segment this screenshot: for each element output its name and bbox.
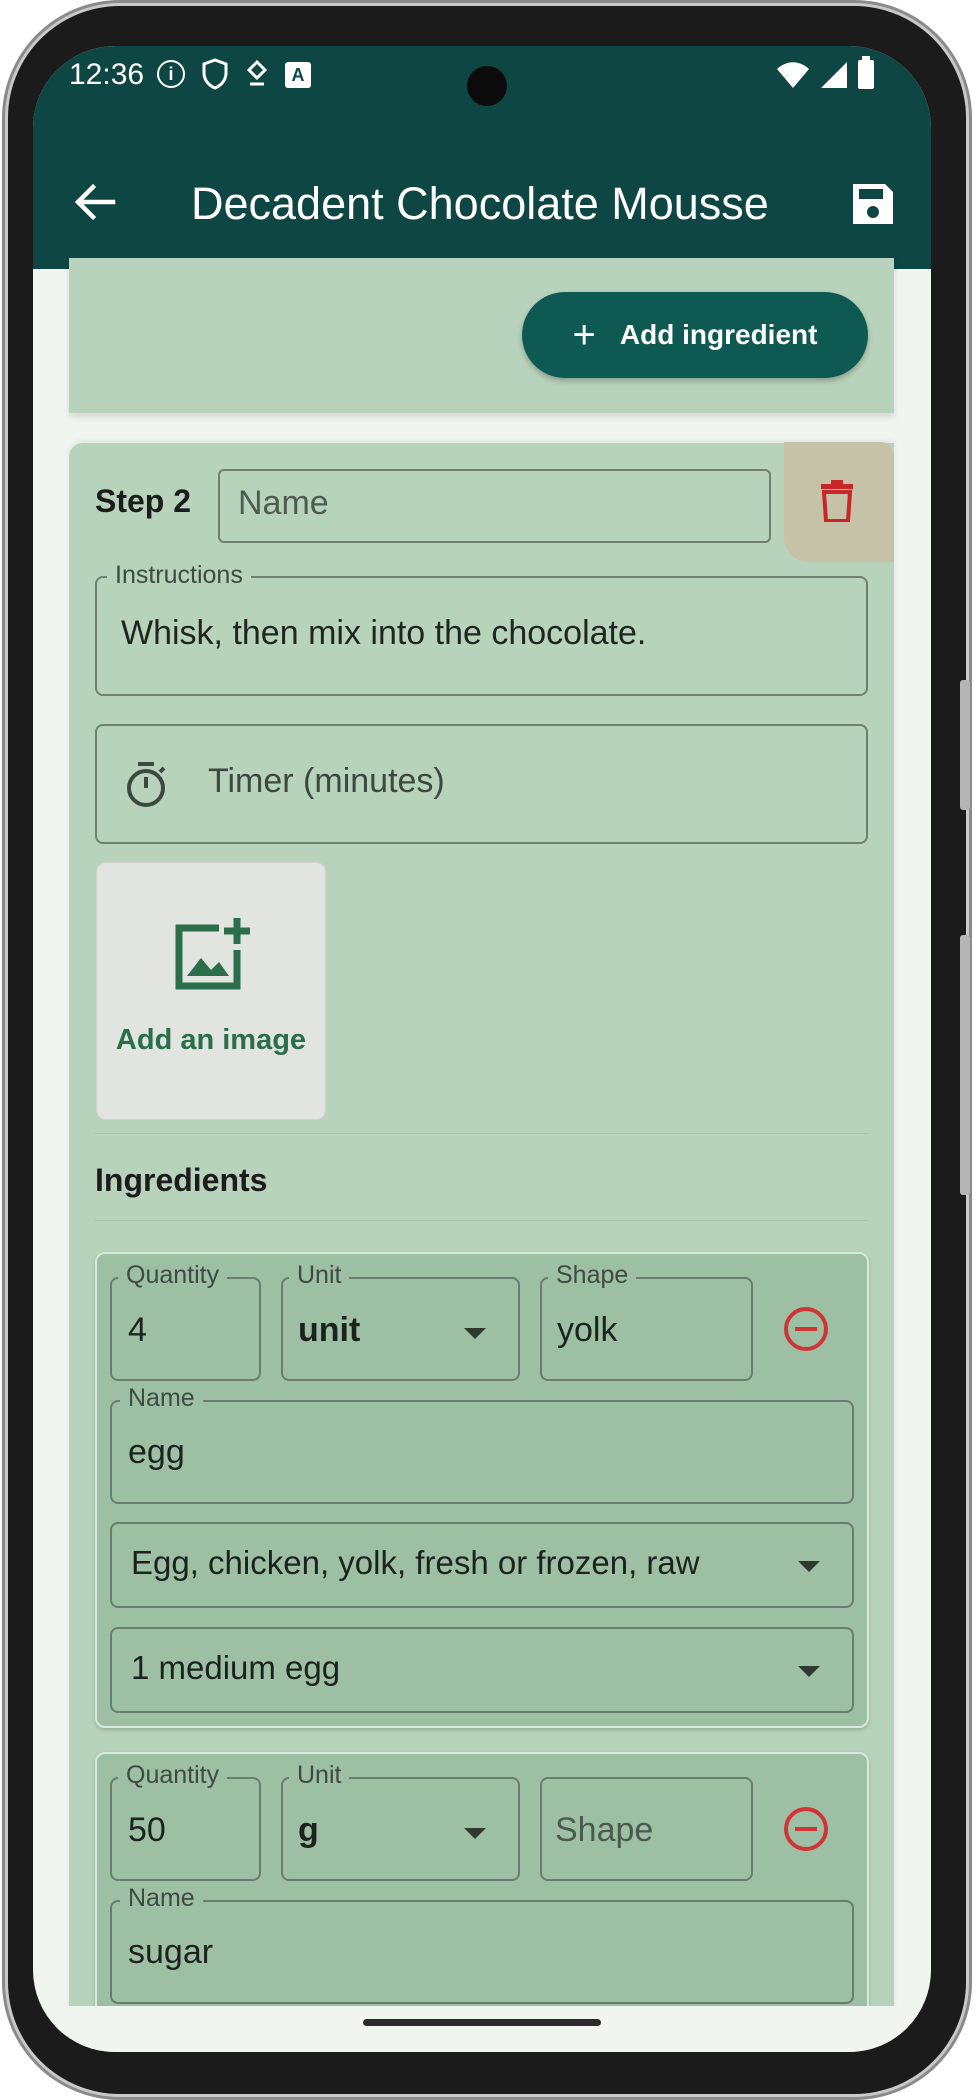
wifi-icon — [777, 62, 809, 88]
unit-label: Unit — [289, 1261, 350, 1290]
unit-label: Unit — [289, 1761, 350, 1790]
save-icon[interactable] — [851, 182, 895, 226]
step-name-placeholder: Name — [238, 484, 329, 522]
arrow-back-icon[interactable] — [69, 176, 121, 228]
portion-value: 1 medium egg — [131, 1649, 341, 1686]
food-match-value: Egg, chicken, yolk, fresh or frozen, raw — [131, 1544, 700, 1581]
status-bar: 12:36 i A — [33, 46, 931, 126]
step-label: Step 2 — [95, 483, 192, 519]
signal-icon — [821, 62, 847, 88]
ingredient-name-input[interactable] — [110, 1900, 854, 2004]
shape-placeholder: Shape — [555, 1811, 654, 1849]
front-camera — [467, 66, 507, 106]
unit-value: unit — [298, 1311, 361, 1349]
info-icon: i — [157, 60, 185, 88]
divider — [95, 1133, 868, 1134]
ingredient-name-value: egg — [128, 1433, 185, 1471]
shape-label: Shape — [548, 1261, 637, 1290]
add-image-label: Add an image — [115, 1024, 307, 1056]
screen: 12:36 i A Decadent Chocolate Mousse + Ad… — [33, 46, 931, 2052]
dropdown-arrow-icon — [464, 1328, 486, 1339]
dropdown-arrow-icon — [464, 1828, 486, 1839]
instructions-label: Instructions — [107, 561, 251, 590]
dropdown-arrow-icon — [798, 1666, 820, 1677]
remove-circle-icon[interactable] — [783, 1806, 829, 1852]
ingredient-name-label: Name — [120, 1384, 203, 1413]
divider — [95, 1220, 868, 1221]
app-bar: Decadent Chocolate Mousse — [33, 126, 931, 269]
ingredient-name-label: Name — [120, 1884, 203, 1913]
battery-icon — [858, 56, 874, 89]
location-icon — [246, 60, 268, 86]
quantity-value: 50 — [128, 1811, 166, 1849]
shield-icon — [202, 58, 228, 90]
add-ingredient-label: Add ingredient — [619, 319, 818, 350]
quantity-label: Quantity — [118, 1261, 228, 1290]
phone-side-button — [960, 680, 970, 810]
font-icon: A — [285, 62, 311, 88]
dropdown-arrow-icon — [798, 1561, 820, 1572]
ingredient-name-input[interactable] — [110, 1400, 854, 1504]
timer-icon — [127, 762, 166, 807]
home-indicator[interactable] — [363, 2019, 601, 2026]
remove-circle-icon[interactable] — [783, 1306, 829, 1352]
instructions-value: Whisk, then mix into the chocolate. — [121, 614, 647, 652]
unit-value: g — [298, 1811, 319, 1849]
phone-volume-button — [960, 935, 970, 1195]
page-title: Decadent Chocolate Mousse — [191, 178, 769, 229]
quantity-value: 4 — [128, 1311, 147, 1349]
add-photo-icon — [175, 918, 250, 990]
add-ingredient-button[interactable]: + Add ingredient — [522, 292, 868, 378]
status-time: 12:36 — [69, 58, 145, 91]
timer-placeholder: Timer (minutes) — [208, 762, 445, 800]
shape-value: yolk — [557, 1311, 618, 1349]
quantity-label: Quantity — [118, 1761, 228, 1790]
ingredient-name-value: sugar — [128, 1933, 214, 1971]
trash-icon[interactable] — [819, 480, 855, 522]
navigation-bar — [33, 2006, 931, 2052]
plus-icon: + — [572, 313, 596, 357]
ingredients-heading: Ingredients — [95, 1162, 268, 1198]
